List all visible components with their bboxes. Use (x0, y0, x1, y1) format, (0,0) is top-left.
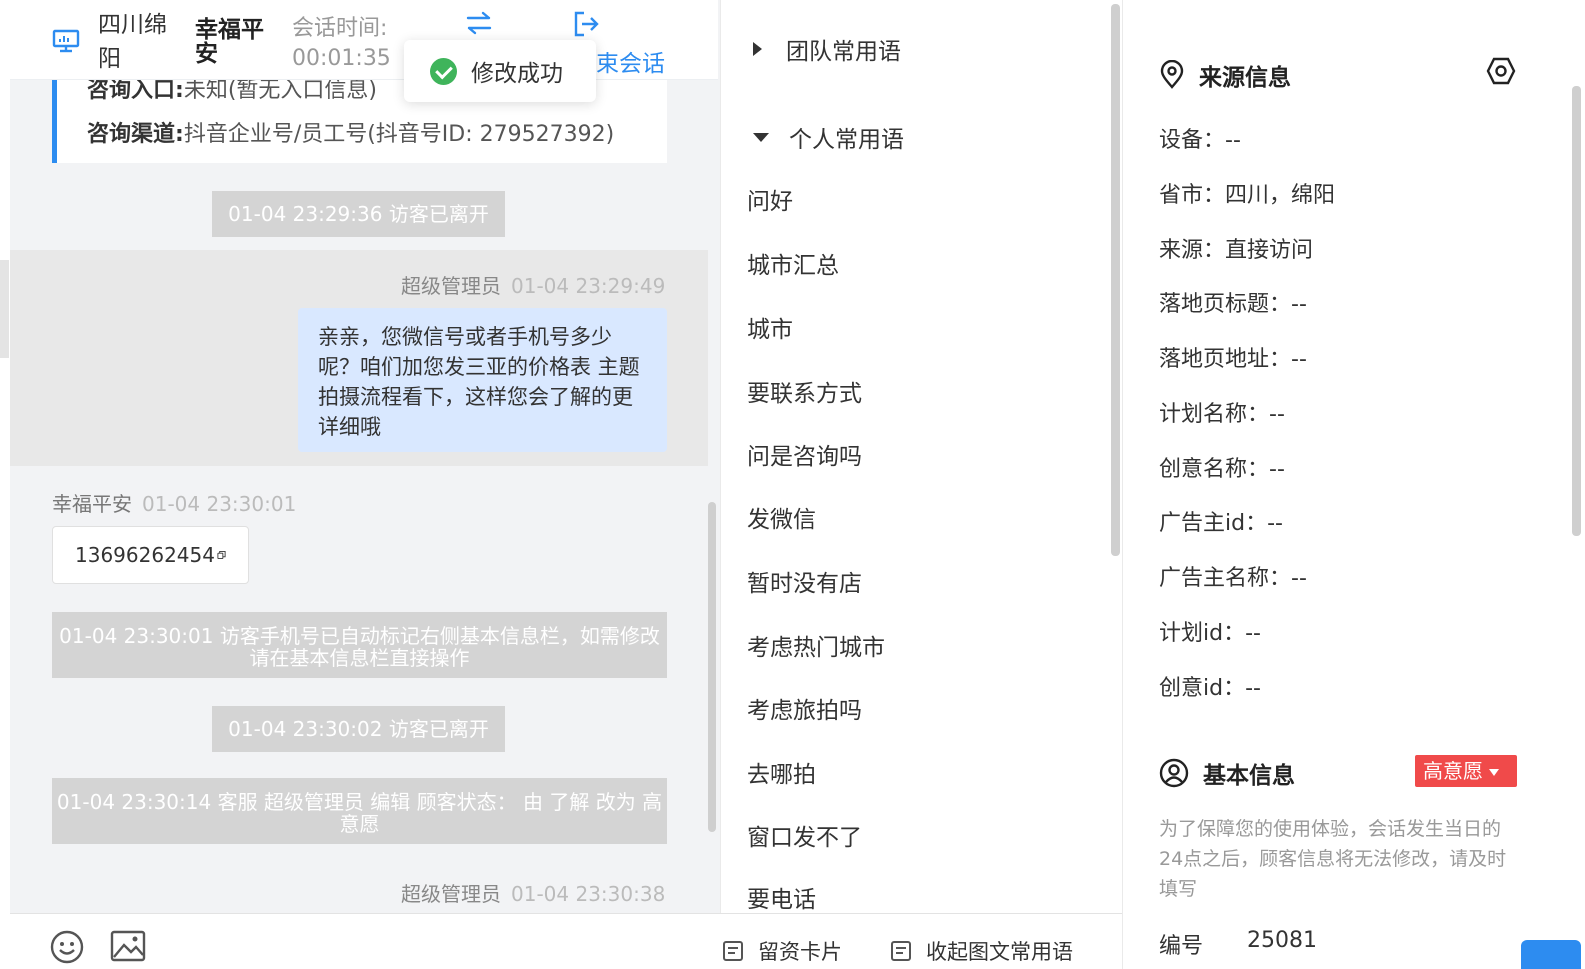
consult-entry-value: 未知(暂无入口信息) (183, 78, 377, 103)
visitor-message-text: 13696262454 (75, 543, 215, 567)
toast-text: 修改成功 (471, 61, 563, 87)
section-title: 基本信息 (1203, 763, 1295, 789)
lead-card-button[interactable]: 留资卡片 (722, 936, 842, 966)
copy-icon[interactable] (217, 545, 226, 565)
phrase-item[interactable]: 发微信 (747, 500, 816, 534)
phrase-group-label: 个人常用语 (789, 127, 904, 153)
settings-icon[interactable] (1486, 56, 1516, 86)
id-value: 25081 (1247, 928, 1317, 953)
chat-header: 四川绵阳 幸福平安 会话时间: 00:01:35 束会话 (10, 0, 718, 80)
source-field: 创意id：-- (1159, 676, 1261, 701)
phrase-item[interactable]: 暂时没有店 (747, 564, 862, 598)
phrase-item[interactable]: 考虑热门城市 (747, 628, 885, 662)
phrase-group-team[interactable]: 团队常用语 (753, 32, 901, 66)
left-edge-handle[interactable] (0, 260, 9, 358)
chat-panel: 四川绵阳 幸福平安 会话时间: 00:01:35 束会话 咨询入口:未知(暂无入… (10, 0, 720, 913)
consult-channel-value: 抖音企业号/员工号(抖音号ID: 279527392) (183, 122, 615, 147)
end-session-icon[interactable] (572, 10, 600, 38)
visitor-sender-name: 幸福平安 (52, 492, 132, 516)
caret-down-icon (753, 132, 769, 142)
agent-message-meta: 超级管理员 01-04 23:29:49 (401, 270, 665, 299)
phrases-scrollbar[interactable] (1111, 4, 1120, 556)
consult-channel-label: 咨询渠道: (87, 122, 184, 147)
phrase-item[interactable]: 问好 (747, 182, 793, 216)
image-icon[interactable] (110, 930, 146, 962)
consult-entry-label: 咨询入口: (87, 78, 184, 103)
collapse-phrases-button[interactable]: 收起图文常用语 (890, 936, 1073, 966)
phrase-item[interactable]: 要联系方式 (747, 374, 862, 408)
source-field: 广告主id：-- (1159, 511, 1283, 536)
id-label: 编号 (1159, 934, 1204, 959)
status-badge-label: 高意愿 (1423, 759, 1483, 783)
basic-info-header: 基本信息 (1159, 756, 1295, 790)
message-time: 01-04 23:29:49 (511, 274, 666, 298)
system-message: 01-04 23:29:36 访客已离开 (212, 191, 505, 237)
visitor-location: 四川绵阳 (98, 12, 167, 72)
visitor-message-bubble[interactable]: 13696262454 (52, 526, 249, 584)
end-session-button[interactable]: 束会话 (596, 44, 665, 78)
doc-icon (723, 941, 743, 961)
phrase-item[interactable]: 考虑旅拍吗 (747, 691, 862, 725)
source-field: 来源：直接访问 (1159, 238, 1314, 263)
phrase-group-personal[interactable]: 个人常用语 (753, 120, 904, 154)
caret-right-icon (753, 42, 762, 56)
status-badge[interactable]: 高意愿 (1415, 755, 1517, 787)
session-time: 00:01:35 (292, 46, 391, 71)
section-title: 来源信息 (1199, 65, 1291, 91)
doc-icon (891, 941, 911, 961)
location-pin-icon (1160, 60, 1184, 89)
collapse-phrases-label: 收起图文常用语 (926, 940, 1073, 964)
source-field: 计划名称：-- (1159, 402, 1285, 427)
transfer-icon[interactable] (465, 10, 493, 36)
visitor-info-panel: 来源信息 设备：-- 省市：四川，绵阳 来源：直接访问 落地页标题：-- 落地页… (1122, 0, 1585, 969)
source-field: 省市：四川，绵阳 (1159, 183, 1336, 208)
floating-action-button[interactable] (1521, 940, 1581, 969)
source-field: 落地页标题：-- (1159, 292, 1307, 317)
visitor-message-meta: 幸福平安 01-04 23:30:01 (52, 488, 296, 517)
lead-card-label: 留资卡片 (758, 940, 842, 964)
phrases-panel: 团队常用语 个人常用语 问好 城市汇总 城市 要联系方式 问是咨询吗 发微信 暂… (720, 0, 1122, 913)
success-toast: 修改成功 (404, 40, 596, 102)
chat-workspace: 四川绵阳 幸福平安 会话时间: 00:01:35 束会话 咨询入口:未知(暂无入… (0, 0, 1585, 969)
source-info-header: 来源信息 (1159, 58, 1291, 92)
edit-notice: 为了保障您的使用体验，会话发生当日的24点之后，顾客信息将无法修改，请及时填写 (1159, 818, 1507, 900)
info-scrollbar[interactable] (1572, 86, 1581, 536)
phrase-item[interactable]: 去哪拍 (747, 755, 816, 789)
emoji-icon[interactable] (50, 930, 84, 964)
agent-name: 超级管理员 (401, 882, 501, 906)
message-time: 01-04 23:30:01 (142, 492, 297, 516)
chat-scrollbar[interactable] (708, 502, 716, 832)
user-circle-icon (1159, 758, 1189, 788)
source-field: 广告主名称：-- (1159, 566, 1307, 591)
system-message: 01-04 23:30:01 访客手机号已自动标记右侧基本信息栏，如需修改请在基… (52, 612, 667, 678)
consult-channel: 咨询渠道:抖音企业号/员工号(抖音号ID: 279527392) (87, 116, 614, 148)
agent-name: 超级管理员 (401, 274, 501, 298)
source-field: 设备：-- (1159, 128, 1241, 153)
agent-message-bubble[interactable]: 亲亲，您微信号或者手机号多少呢？咱们加您发三亚的价格表 主题 拍摄流程看下，这样… (298, 308, 667, 452)
session-time-label: 会话时间: (292, 16, 388, 41)
phrase-item[interactable]: 城市 (747, 310, 793, 344)
caret-down-icon (1489, 769, 1499, 776)
message-time: 01-04 23:30:38 (511, 882, 666, 906)
phrase-item[interactable]: 城市汇总 (747, 246, 839, 280)
phrase-item[interactable]: 问是咨询吗 (747, 437, 862, 471)
source-field: 创意名称：-- (1159, 457, 1285, 482)
phrase-group-label: 团队常用语 (786, 39, 901, 65)
system-message: 01-04 23:30:02 访客已离开 (212, 706, 505, 752)
phrase-item[interactable]: 窗口发不了 (747, 818, 862, 852)
source-field: 计划id：-- (1159, 621, 1261, 646)
visitor-name: 幸福平安 (195, 17, 264, 67)
monitor-icon (52, 29, 80, 53)
source-field: 落地页地址：-- (1159, 347, 1307, 372)
check-circle-icon (430, 57, 457, 85)
input-toolbar: 留资卡片 收起图文常用语 (10, 913, 1122, 969)
system-message: 01-04 23:30:14 客服 超级管理员 编辑 顾客状态： 由 了解 改为… (52, 778, 667, 844)
agent-message-meta: 超级管理员 01-04 23:30:38 (401, 878, 665, 907)
phrase-item[interactable]: 要电话 (747, 880, 816, 913)
